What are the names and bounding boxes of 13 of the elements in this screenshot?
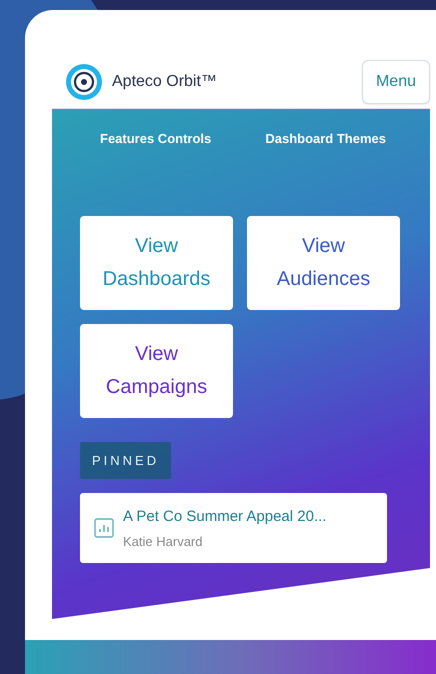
bar-chart-icon — [94, 518, 114, 538]
brand-name: Apteco Orbit™ — [112, 72, 218, 90]
menu-button[interactable]: Menu — [362, 60, 430, 104]
view-tile[interactable]: View Dashboards — [80, 216, 233, 310]
pinned-label: PINNED — [80, 442, 172, 479]
view-tile[interactable]: View Audiences — [247, 216, 400, 310]
nav-link[interactable]: Dashboard Themes — [265, 131, 386, 146]
logo-icon — [66, 64, 102, 100]
view-tile[interactable]: View Campaigns — [80, 324, 233, 418]
pinned-title: A Pet Co Summer Appeal 20... — [123, 508, 326, 524]
pinned-owner: Katie Harvard — [123, 534, 204, 548]
nav-link[interactable]: Features Controls — [100, 131, 212, 146]
pinned-card[interactable]: A Pet Co Summer Appeal 20... Katie Harvard — [80, 493, 387, 563]
